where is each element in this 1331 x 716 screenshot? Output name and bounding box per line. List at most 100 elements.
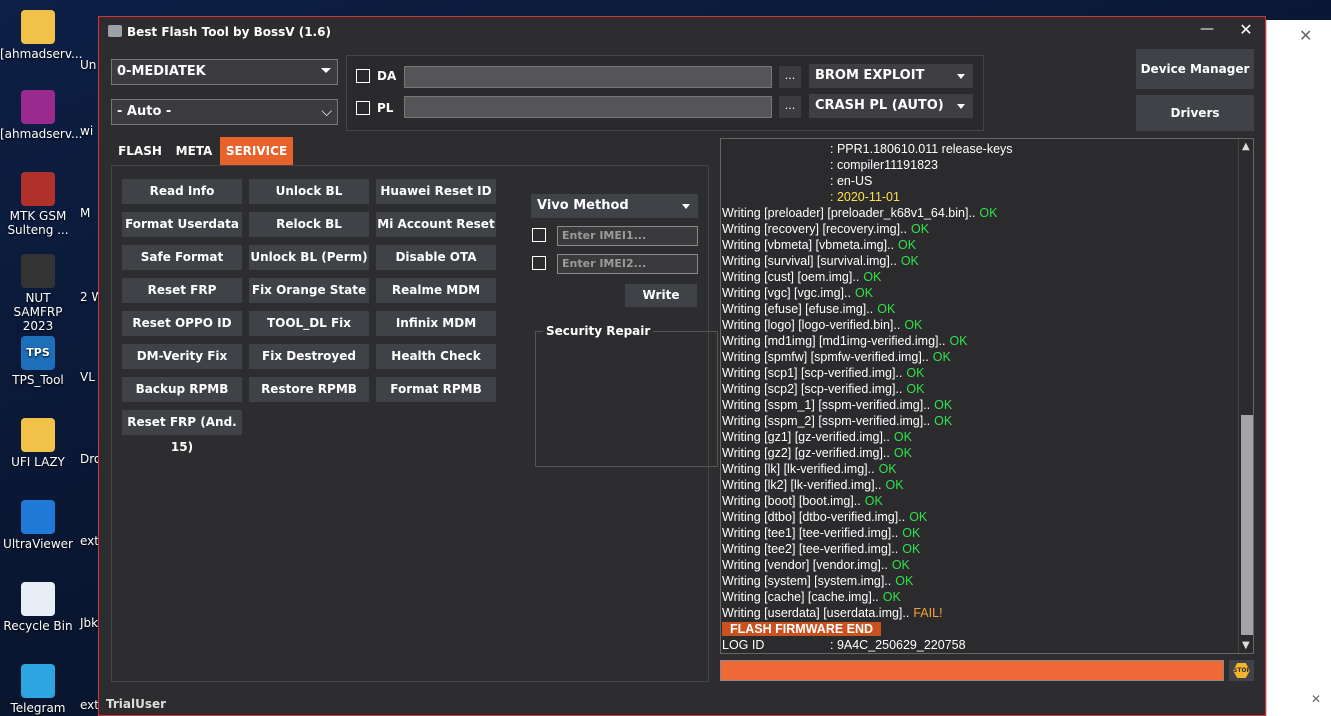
imei2-input[interactable]: Enter IMEI2... bbox=[557, 254, 698, 274]
pl-browse-button[interactable]: ... bbox=[779, 96, 801, 118]
service-button-tool-dl-fix[interactable]: TOOL_DL Fix bbox=[249, 311, 369, 336]
service-button-fix-orange-state[interactable]: Fix Orange State bbox=[249, 278, 369, 303]
scroll-down-icon[interactable]: ▼ bbox=[1242, 640, 1250, 651]
service-button-safe-format[interactable]: Safe Format bbox=[122, 245, 242, 270]
service-button-mi-account-reset[interactable]: Mi Account Reset bbox=[376, 212, 496, 237]
service-button-format-rpmb[interactable]: Format RPMB bbox=[376, 377, 496, 402]
da-browse-button[interactable]: ... bbox=[779, 66, 801, 88]
desktop-icon-4[interactable]: TPS TPS_Tool bbox=[0, 336, 76, 387]
service-button-infinix-mdm[interactable]: Infinix MDM bbox=[376, 311, 496, 336]
write-button[interactable]: Write bbox=[625, 284, 697, 307]
log-write-line: Writing [vbmeta] [vbmeta.img].. OK bbox=[722, 238, 917, 252]
log-write-line: Writing [gz2] [gz-verified.img].. OK bbox=[722, 446, 912, 460]
service-button-reset-frp[interactable]: Reset FRP bbox=[122, 278, 242, 303]
tab-service[interactable]: SERIVICE bbox=[220, 137, 293, 165]
da-label: DA bbox=[377, 69, 397, 83]
scroll-up-icon[interactable]: ▲ bbox=[1242, 141, 1250, 152]
desktop-icon-label: TPS_Tool bbox=[12, 373, 64, 387]
log-write-line: Writing [spmfw] [spmfw-verified.img].. OK bbox=[722, 350, 951, 364]
desktop-icon-1[interactable]: [ahmadserv... bbox=[0, 90, 83, 141]
mode-select[interactable]: - Auto - ⌵ bbox=[111, 99, 338, 125]
log-write-line: Writing [cust] [oem.img].. OK bbox=[722, 270, 882, 284]
pl-checkbox[interactable] bbox=[356, 101, 370, 115]
desktop-icon-2[interactable]: MTK GSM Sulteng ... bbox=[0, 172, 76, 237]
log-info-line: : PPR1.180610.011 release-keys bbox=[830, 142, 1013, 156]
close-button[interactable]: ✕ bbox=[1236, 20, 1256, 40]
service-button-restore-rpmb[interactable]: Restore RPMB bbox=[249, 377, 369, 402]
service-button-dm-verity-fix[interactable]: DM-Verity Fix bbox=[122, 344, 242, 369]
minimize-button[interactable]: — bbox=[1197, 21, 1217, 41]
service-button-fix-destroyed[interactable]: Fix Destroyed bbox=[249, 344, 369, 369]
imei1-checkbox[interactable] bbox=[532, 228, 546, 242]
desktop-icon-label: [ahmadserv... bbox=[0, 127, 83, 141]
ultraviewer-icon bbox=[21, 500, 55, 534]
desktop-icon-5[interactable]: UFI LAZY bbox=[0, 418, 76, 469]
service-button-health-check[interactable]: Health Check bbox=[376, 344, 496, 369]
desktop-icon-6[interactable]: UltraViewer bbox=[0, 500, 76, 551]
scroll-thumb[interactable] bbox=[1241, 415, 1253, 635]
pl-exploit-select[interactable]: CRASH PL (AUTO) bbox=[809, 94, 973, 118]
desktop-side-label: wi bbox=[80, 124, 94, 138]
chevron-down-icon bbox=[682, 204, 690, 209]
log-write-line: Writing [cache] [cache.img].. OK bbox=[722, 590, 901, 604]
log-write-line: Writing [recovery] [recovery.img].. OK bbox=[722, 222, 930, 236]
desktop-icon-8[interactable]: Telegram bbox=[0, 664, 76, 715]
pl-label: PL bbox=[377, 101, 394, 115]
log-write-line: Writing [system] [system.img].. OK bbox=[722, 574, 914, 588]
service-button-realme-mdm[interactable]: Realme MDM bbox=[376, 278, 496, 303]
log-write-line: Writing [logo] [logo-verified.bin].. OK bbox=[722, 318, 923, 332]
pl-path-field[interactable] bbox=[404, 96, 772, 118]
desktop-side-label: ext bbox=[80, 698, 99, 712]
drivers-button[interactable]: Drivers bbox=[1136, 95, 1254, 131]
service-button-reset-oppo-id[interactable]: Reset OPPO ID bbox=[122, 311, 242, 336]
log-lines: : PPR1.180610.011 release-keys: compiler… bbox=[722, 141, 1237, 653]
desktop-icon-label: NUT SAMFRP 2023 bbox=[13, 291, 63, 333]
security-method-select[interactable]: Vivo Method bbox=[531, 194, 698, 218]
background-small-close-icon[interactable]: ✕ bbox=[1311, 692, 1321, 706]
log-write-line: Writing [sspm_1] [sspm-verified.img].. OK bbox=[722, 398, 953, 412]
app-window: Best Flash Tool by BossV (1.6) — ✕ 0-MED… bbox=[98, 16, 1266, 716]
folder-icon bbox=[21, 418, 55, 452]
winrar-icon bbox=[21, 90, 55, 124]
log-write-line: Writing [survival] [survival.img].. OK bbox=[722, 254, 919, 268]
stop-button[interactable]: STOP bbox=[1229, 660, 1254, 681]
desktop-icon-label: Recycle Bin bbox=[3, 619, 73, 633]
log-scrollbar[interactable]: ▲ ▼ bbox=[1238, 139, 1253, 653]
da-checkbox[interactable] bbox=[356, 69, 370, 83]
service-button-disable-ota[interactable]: Disable OTA bbox=[376, 245, 496, 270]
service-button-format-userdata[interactable]: Format Userdata bbox=[122, 212, 242, 237]
service-button-huawei-reset-id[interactable]: Huawei Reset ID bbox=[376, 179, 496, 204]
log-write-line: Writing [gz1] [gz-verified.img].. OK bbox=[722, 430, 912, 444]
log-flash-end: FLASH FIRMWARE END bbox=[722, 621, 1237, 637]
log-panel[interactable]: : PPR1.180610.011 release-keys: compiler… bbox=[720, 138, 1254, 654]
desktop-icon-0[interactable]: [ahmadserv... bbox=[0, 10, 83, 61]
tab-flash[interactable]: FLASH bbox=[113, 137, 167, 165]
platform-select[interactable]: 0-MEDIATEK bbox=[111, 59, 338, 85]
log-write-line: Writing [sspm_2] [sspm-verified.img].. OK bbox=[722, 414, 953, 428]
imei1-input[interactable]: Enter IMEI1... bbox=[557, 226, 698, 246]
tab-meta[interactable]: META bbox=[169, 137, 219, 165]
status-user: TrialUser bbox=[106, 697, 167, 711]
desktop-icon-label: Telegram bbox=[10, 701, 66, 715]
desktop-icon-label: UltraViewer bbox=[3, 537, 73, 551]
desktop-icon-7[interactable]: Recycle Bin bbox=[0, 582, 76, 633]
service-button-reset-frp-and-15[interactable]: Reset FRP (And. 15) bbox=[122, 410, 242, 454]
log-id-line: LOG ID: 9A4C_250629_220758 bbox=[722, 638, 966, 652]
service-button-unlock-bl[interactable]: Unlock BL bbox=[249, 179, 369, 204]
service-button-relock-bl[interactable]: Relock BL bbox=[249, 212, 369, 237]
desktop-icon-label: [ahmadserv... bbox=[0, 47, 83, 61]
imei2-checkbox[interactable] bbox=[532, 256, 546, 270]
desktop-icon-label: UFI LAZY bbox=[11, 455, 65, 469]
service-button-backup-rpmb[interactable]: Backup RPMB bbox=[122, 377, 242, 402]
background-close-icon[interactable]: ✕ bbox=[1299, 26, 1312, 45]
da-exploit-select[interactable]: BROM EXPLOIT bbox=[809, 64, 973, 88]
desktop-side-label: M bbox=[80, 206, 91, 220]
log-write-line: Writing [vendor] [vendor.img].. OK bbox=[722, 558, 910, 572]
background-window: ✕ ✕ bbox=[1266, 20, 1331, 716]
service-button-read-info[interactable]: Read Info bbox=[122, 179, 242, 204]
desktop-icon-3[interactable]: NUT SAMFRP 2023 bbox=[0, 254, 76, 333]
service-button-unlock-bl-perm[interactable]: Unlock BL (Perm) bbox=[249, 245, 369, 270]
window-title: Best Flash Tool by BossV (1.6) bbox=[127, 25, 331, 39]
device-manager-button[interactable]: Device Manager bbox=[1136, 49, 1254, 89]
da-path-field[interactable] bbox=[404, 66, 772, 88]
